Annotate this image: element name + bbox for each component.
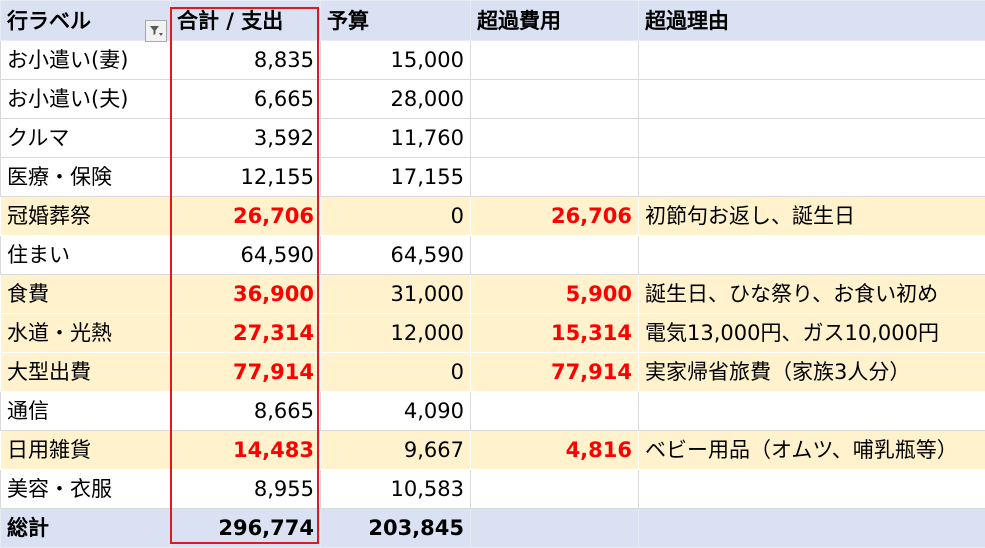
row-budget[interactable]: 17,155 (320, 157, 471, 197)
row-spend[interactable]: 14,483 (170, 430, 321, 470)
grand-total-overage[interactable] (470, 508, 639, 548)
row-overage[interactable] (470, 391, 639, 431)
row-budget[interactable]: 4,090 (320, 391, 471, 431)
row-reason[interactable] (638, 157, 985, 197)
row-reason[interactable]: 誕生日、ひな祭り、お食い初め (638, 274, 985, 314)
header-total-spend[interactable]: 合計 / 支出 (170, 0, 321, 41)
row-label[interactable]: 美容・衣服 (0, 469, 171, 509)
row-budget[interactable]: 0 (320, 196, 471, 236)
row-reason[interactable]: 初節句お返し、誕生日 (638, 196, 985, 236)
table-row: 住まい 64,590 64,590 (0, 235, 985, 275)
row-budget[interactable]: 64,590 (320, 235, 471, 275)
row-overage[interactable] (470, 40, 639, 80)
filter-dropdown-icon (150, 26, 163, 36)
row-budget[interactable]: 0 (320, 352, 471, 392)
table-row: 日用雑貨 14,483 9,667 4,816 ベビー用品（オムツ、哺乳瓶等） (0, 430, 985, 470)
grand-total-spend[interactable]: 296,774 (170, 508, 321, 548)
row-overage[interactable] (470, 235, 639, 275)
row-budget[interactable]: 15,000 (320, 40, 471, 80)
row-budget[interactable]: 10,583 (320, 469, 471, 509)
filter-dropdown-button[interactable] (145, 20, 167, 42)
row-label[interactable]: 冠婚葬祭 (0, 196, 171, 236)
grand-total-reason[interactable] (638, 508, 985, 548)
row-reason[interactable]: 実家帰省旅費（家族3人分） (638, 352, 985, 392)
row-overage[interactable] (470, 157, 639, 197)
table-row: 冠婚葬祭 26,706 0 26,706 初節句お返し、誕生日 (0, 196, 985, 236)
row-label[interactable]: 食費 (0, 274, 171, 314)
row-reason[interactable] (638, 391, 985, 431)
row-reason[interactable] (638, 235, 985, 275)
row-reason[interactable] (638, 40, 985, 80)
grand-total-row: 総計 296,774 203,845 (0, 508, 985, 548)
row-label[interactable]: お小遣い(夫) (0, 79, 171, 119)
table-row: 医療・保険 12,155 17,155 (0, 157, 985, 197)
row-overage[interactable]: 77,914 (470, 352, 639, 392)
row-spend[interactable]: 26,706 (170, 196, 321, 236)
row-spend[interactable]: 36,900 (170, 274, 321, 314)
row-spend[interactable]: 8,665 (170, 391, 321, 431)
row-reason[interactable]: ベビー用品（オムツ、哺乳瓶等） (638, 430, 985, 470)
grand-total-label[interactable]: 総計 (0, 508, 171, 548)
row-label[interactable]: 医療・保険 (0, 157, 171, 197)
header-overage[interactable]: 超過費用 (470, 0, 639, 41)
table-row: クルマ 3,592 11,760 (0, 118, 985, 158)
row-label[interactable]: 通信 (0, 391, 171, 431)
row-spend[interactable]: 8,955 (170, 469, 321, 509)
grand-total-budget[interactable]: 203,845 (320, 508, 471, 548)
row-overage[interactable]: 26,706 (470, 196, 639, 236)
row-spend[interactable]: 64,590 (170, 235, 321, 275)
row-reason[interactable] (638, 469, 985, 509)
row-spend[interactable]: 77,914 (170, 352, 321, 392)
row-reason[interactable] (638, 79, 985, 119)
row-overage[interactable] (470, 79, 639, 119)
table-row: お小遣い(妻) 8,835 15,000 (0, 40, 985, 80)
pivot-table: 行ラベル 合計 / 支出 予算 超過費用 超過理由 お小遣い(妻) 8,835 15… (0, 0, 985, 548)
row-label[interactable]: 日用雑貨 (0, 430, 171, 470)
row-spend[interactable]: 6,665 (170, 79, 321, 119)
row-spend[interactable]: 3,592 (170, 118, 321, 158)
row-reason[interactable] (638, 118, 985, 158)
row-label[interactable]: お小遣い(妻) (0, 40, 171, 80)
row-label[interactable]: クルマ (0, 118, 171, 158)
header-budget[interactable]: 予算 (320, 0, 471, 41)
pivot-table-sheet: 行ラベル 合計 / 支出 予算 超過費用 超過理由 お小遣い(妻) 8,835 15… (0, 0, 985, 548)
table-row: 大型出費 77,914 0 77,914 実家帰省旅費（家族3人分） (0, 352, 985, 392)
row-overage[interactable]: 5,900 (470, 274, 639, 314)
row-label[interactable]: 大型出費 (0, 352, 171, 392)
row-budget[interactable]: 31,000 (320, 274, 471, 314)
row-reason[interactable]: 電気13,000円、ガス10,000円 (638, 313, 985, 353)
table-row: 美容・衣服 8,955 10,583 (0, 469, 985, 509)
row-spend[interactable]: 8,835 (170, 40, 321, 80)
row-spend[interactable]: 12,155 (170, 157, 321, 197)
table-row: 水道・光熱 27,314 12,000 15,314 電気13,000円、ガス10,00… (0, 313, 985, 353)
row-label[interactable]: 住まい (0, 235, 171, 275)
table-row: 食費 36,900 31,000 5,900 誕生日、ひな祭り、お食い初め (0, 274, 985, 314)
row-spend[interactable]: 27,314 (170, 313, 321, 353)
row-budget[interactable]: 11,760 (320, 118, 471, 158)
row-budget[interactable]: 28,000 (320, 79, 471, 119)
row-overage[interactable] (470, 469, 639, 509)
row-label[interactable]: 水道・光熱 (0, 313, 171, 353)
row-overage[interactable]: 15,314 (470, 313, 639, 353)
row-budget[interactable]: 12,000 (320, 313, 471, 353)
row-overage[interactable] (470, 118, 639, 158)
row-overage[interactable]: 4,816 (470, 430, 639, 470)
table-row: 通信 8,665 4,090 (0, 391, 985, 431)
row-budget[interactable]: 9,667 (320, 430, 471, 470)
header-overage-reason[interactable]: 超過理由 (638, 0, 985, 41)
table-row: お小遣い(夫) 6,665 28,000 (0, 79, 985, 119)
